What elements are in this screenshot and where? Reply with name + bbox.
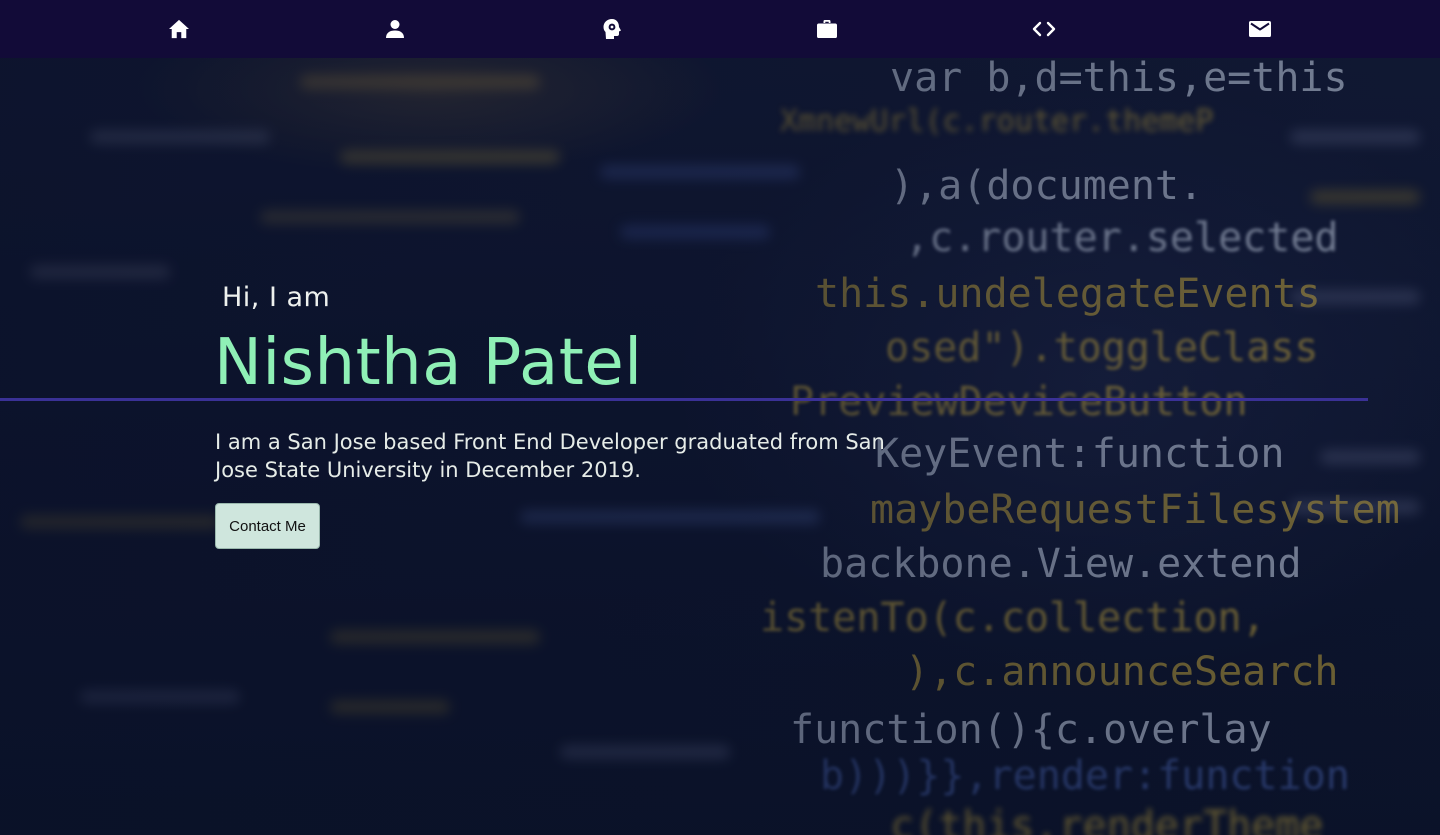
nav-about[interactable] xyxy=(381,15,409,43)
hero-name: Nishtha Patel xyxy=(214,326,643,400)
contact-me-button[interactable]: Contact Me xyxy=(215,503,320,549)
top-nav xyxy=(0,0,1440,58)
brain-gear-icon xyxy=(603,19,621,39)
mail-icon xyxy=(1249,21,1271,37)
hero-bio: I am a San Jose based Front End Develope… xyxy=(215,430,885,482)
home-icon xyxy=(169,19,189,39)
hero-divider xyxy=(0,398,1368,401)
code-icon xyxy=(1032,21,1056,37)
page: var b,d=this,e=this XmnewUrl(c.router.th… xyxy=(0,0,1440,835)
hero-section: Hi, I am Nishtha Patel I am a San Jose b… xyxy=(0,58,1440,835)
nav-skills[interactable] xyxy=(598,15,626,43)
nav-home[interactable] xyxy=(165,15,193,43)
briefcase-icon xyxy=(817,20,837,38)
nav-experience[interactable] xyxy=(813,15,841,43)
greeting-text: Hi, I am xyxy=(222,282,331,313)
nav-projects[interactable] xyxy=(1030,15,1058,43)
person-icon xyxy=(386,20,404,38)
nav-contact[interactable] xyxy=(1246,15,1274,43)
